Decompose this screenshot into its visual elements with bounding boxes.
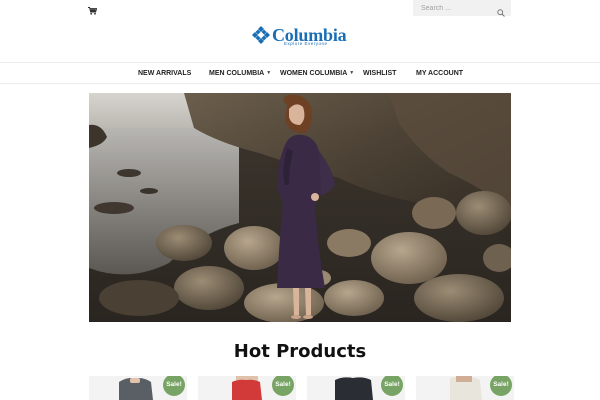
chevron-down-icon: ▼ — [266, 70, 272, 76]
top-bar — [0, 0, 600, 18]
product-grid: Sale! Sale! Sale! Sale! — [0, 376, 600, 400]
nav-item-label: MY ACCOUNT — [416, 70, 464, 77]
chevron-down-icon: ▼ — [349, 70, 355, 76]
diamond-logo-icon — [252, 26, 270, 44]
product-card[interactable]: Sale! — [198, 376, 296, 400]
product-card[interactable]: Sale! — [307, 376, 405, 400]
nav-item-wishlist[interactable]: WISHLIST — [363, 63, 396, 84]
nav-item-label: NEW ARRIVALS — [138, 70, 192, 77]
hero-banner-image — [89, 93, 511, 322]
nav-item-my-account[interactable]: MY ACCOUNT — [416, 63, 463, 84]
nav-item-new-arrivals[interactable]: NEW ARRIVALS — [138, 63, 191, 84]
site-logo[interactable]: Columbia Explore Everyone — [252, 24, 352, 50]
shopping-cart-icon[interactable] — [88, 2, 98, 15]
search-box — [413, 0, 511, 17]
nav-item-men-columbia[interactable]: MEN COLUMBIA ▼ — [209, 63, 271, 84]
main-navigation: NEW ARRIVALS MEN COLUMBIA ▼ WOMEN COLUMBI… — [0, 62, 600, 84]
section-title-hot-products: Hot Products — [233, 341, 367, 362]
nav-item-women-columbia[interactable]: WOMEN COLUMBIA ▼ — [280, 63, 354, 84]
nav-item-label: WOMEN COLUMBIA — [280, 70, 348, 77]
search-input[interactable] — [413, 0, 493, 16]
product-card[interactable]: Sale! — [416, 376, 514, 400]
search-icon[interactable] — [497, 4, 505, 17]
nav-item-label: WISHLIST — [363, 70, 397, 77]
nav-item-label: MEN COLUMBIA — [209, 70, 265, 77]
product-card[interactable]: Sale! — [89, 376, 187, 400]
logo-tagline: Explore Everyone — [284, 41, 328, 46]
